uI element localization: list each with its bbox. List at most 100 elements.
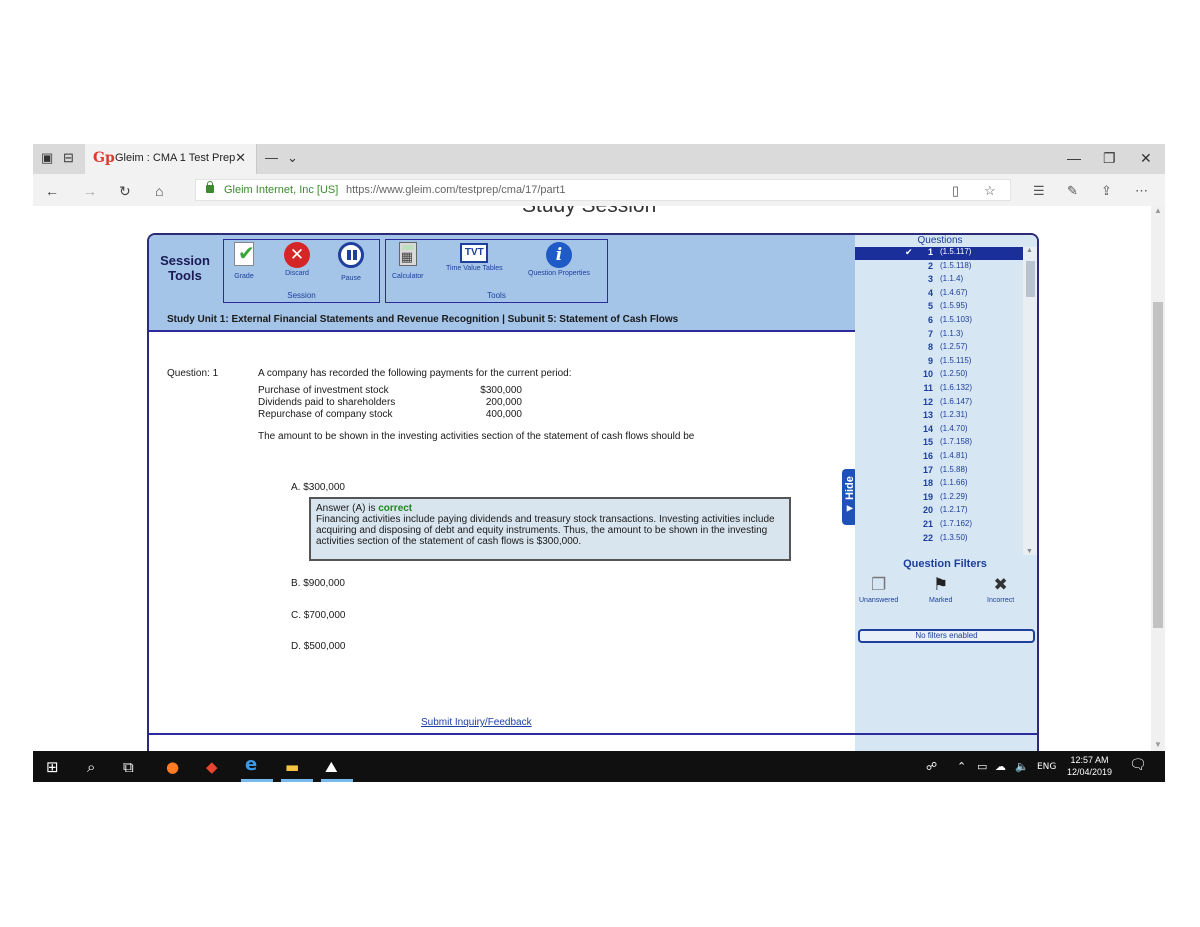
address-field[interactable]: Gleim Internet, Inc [US] https://www.gle… xyxy=(195,179,1011,201)
calculator-button[interactable]: Calculator xyxy=(392,242,424,280)
submit-feedback-link[interactable]: Submit Inquiry/Feedback xyxy=(421,717,532,728)
question-list-item[interactable]: 21 (1.7.162) xyxy=(855,519,1023,532)
tab-list-chevron-icon[interactable]: ⌄ xyxy=(287,150,298,166)
favorites-bar-icon[interactable]: ☰ xyxy=(1033,183,1045,199)
question-properties-button[interactable]: i Question Properties xyxy=(528,242,590,277)
language-indicator[interactable]: ENG xyxy=(1037,762,1056,772)
firefox-icon[interactable]: ● xyxy=(166,758,179,776)
tabs-aside-icon[interactable]: ⊟ xyxy=(63,150,74,166)
browser-tab[interactable]: Gp Gleim : CMA 1 Test Prep ✕ xyxy=(85,144,257,174)
question-number: 14 xyxy=(922,423,933,434)
file-explorer-icon[interactable]: ▬ xyxy=(285,758,299,776)
more-icon[interactable]: ⋯ xyxy=(1135,183,1148,199)
payment-item: Dividends paid to shareholders xyxy=(258,397,396,408)
battery-icon[interactable]: ▭ xyxy=(977,760,987,773)
question-list-item[interactable]: 16 (1.4.81) xyxy=(855,451,1023,464)
scroll-down-icon[interactable]: ▼ xyxy=(1154,740,1162,749)
discard-button[interactable]: ✕ Discard xyxy=(284,242,310,277)
reading-view-icon[interactable]: ▯ xyxy=(952,183,959,199)
filter-incorrect[interactable]: ✖ Incorrect xyxy=(987,575,1014,604)
page-scrollbar[interactable]: ▲ ▼ xyxy=(1151,206,1165,751)
filter-label: Unanswered xyxy=(859,597,899,604)
question-list-item[interactable]: 7 (1.1.3) xyxy=(855,329,1023,342)
question-list-item[interactable]: 22 (1.3.50) xyxy=(855,533,1023,545)
question-list-item[interactable]: 20 (1.2.17) xyxy=(855,505,1023,518)
question-list-item[interactable]: 19 (1.2.29) xyxy=(855,492,1023,505)
scroll-thumb[interactable] xyxy=(1026,261,1035,297)
network-icon[interactable]: ☁ xyxy=(995,760,1006,773)
certificate-label[interactable]: Gleim Internet, Inc [US] xyxy=(224,184,338,196)
search-icon[interactable]: ⌕ xyxy=(87,758,95,776)
question-list-item[interactable]: ✔ 1 (1.5.117) xyxy=(855,247,1023,260)
question-list-item[interactable]: 12 (1.6.147) xyxy=(855,397,1023,410)
choice-d[interactable]: D. $500,000 xyxy=(291,641,346,652)
people-icon[interactable]: ☍ xyxy=(926,760,937,773)
forward-icon[interactable]: → xyxy=(83,183,97,199)
action-center-icon[interactable]: 🗨 xyxy=(1129,757,1147,773)
question-list-item[interactable]: 13 (1.2.31) xyxy=(855,410,1023,423)
app-icon[interactable]: ◆ xyxy=(206,758,218,776)
time-value-tables-button[interactable]: TVT Time Value Tables xyxy=(446,242,503,272)
close-window-button[interactable]: ✕ xyxy=(1140,150,1152,167)
photos-icon[interactable]: ⛰ xyxy=(325,758,338,776)
question-list-item[interactable]: 4 (1.4.67) xyxy=(855,288,1023,301)
payment-amount: 400,000 xyxy=(485,409,522,420)
question-list[interactable]: ✔ 1 (1.5.117) 2 (1.5.118) 3 (1.1.4) 4 (1.4.67) 5 (… xyxy=(855,247,1023,545)
scroll-thumb[interactable] xyxy=(1153,302,1163,628)
home-icon[interactable]: ⌂ xyxy=(155,183,163,199)
question-list-scrollbar[interactable]: ▲ ▼ xyxy=(1023,247,1037,555)
choice-b[interactable]: B. $900,000 xyxy=(291,578,345,589)
question-list-item[interactable]: 18 (1.1.66) xyxy=(855,478,1023,491)
question-number: 17 xyxy=(922,464,933,475)
choice-a[interactable]: A. $300,000 xyxy=(291,482,345,493)
volume-icon[interactable]: 🔈 xyxy=(1015,760,1029,773)
question-number: 3 xyxy=(927,274,933,285)
set-tabs-aside-icon[interactable]: ▣ xyxy=(41,150,53,166)
question-list-item[interactable]: 10 (1.2.50) xyxy=(855,369,1023,382)
question-list-item[interactable]: 14 (1.4.70) xyxy=(855,424,1023,437)
share-icon[interactable]: ⇪ xyxy=(1101,183,1112,199)
clock-time: 12:57 AM xyxy=(1070,755,1109,765)
question-list-item[interactable]: 15 (1.7.158) xyxy=(855,437,1023,450)
refresh-icon[interactable]: ↻ xyxy=(119,183,131,200)
flag-icon: ⚑ xyxy=(933,575,949,595)
pen-icon[interactable]: ✎ xyxy=(1067,183,1078,199)
restore-button[interactable]: ❐ xyxy=(1103,150,1116,167)
clock[interactable]: 12:57 AM 12/04/2019 xyxy=(1067,754,1112,778)
favorite-star-icon[interactable]: ☆ xyxy=(984,183,996,199)
question-list-item[interactable]: 11 (1.6.132) xyxy=(855,383,1023,396)
question-reference: (1.4.81) xyxy=(940,451,968,460)
grade-button[interactable]: Grade xyxy=(234,241,255,280)
task-view-icon[interactable]: ⧉ xyxy=(123,758,134,776)
question-list-item[interactable]: 9 (1.5.115) xyxy=(855,356,1023,369)
question-list-item[interactable]: 17 (1.5.88) xyxy=(855,465,1023,478)
question-list-item[interactable]: 6 (1.5.103) xyxy=(855,315,1023,328)
scroll-up-icon[interactable]: ▲ xyxy=(1154,206,1162,215)
question-number: 5 xyxy=(927,301,933,312)
edge-icon[interactable]: e xyxy=(245,754,257,775)
question-list-item[interactable]: 8 (1.2.57) xyxy=(855,342,1023,355)
question-number: 6 xyxy=(927,315,933,325)
filter-unanswered[interactable]: ❐ Unanswered xyxy=(859,575,898,604)
filter-marked[interactable]: ⚑ Marked xyxy=(929,575,952,604)
active-indicator xyxy=(321,779,353,782)
choice-c[interactable]: C. $700,000 xyxy=(291,610,346,621)
pause-button[interactable]: Pause xyxy=(338,242,364,282)
minimize-button[interactable]: — xyxy=(1067,150,1081,166)
question-list-item[interactable]: 2 (1.5.118) xyxy=(855,261,1023,274)
question-list-item[interactable]: 5 (1.5.95) xyxy=(855,301,1023,314)
scroll-down-icon[interactable]: ▼ xyxy=(1026,548,1033,555)
scroll-up-icon[interactable]: ▲ xyxy=(1026,247,1033,254)
back-icon[interactable]: ← xyxy=(45,183,59,199)
show-hidden-icons-chevron-icon[interactable]: ⌃ xyxy=(957,760,966,773)
question-number: 22 xyxy=(922,532,933,543)
choice-letter: C. xyxy=(291,610,301,621)
new-tab-icon[interactable]: — xyxy=(265,150,278,165)
url-text[interactable]: https://www.gleim.com/testprep/cma/17/pa… xyxy=(346,184,565,196)
question-list-item[interactable]: 3 (1.1.4) xyxy=(855,274,1023,287)
start-windows-icon[interactable]: ⊞ xyxy=(46,758,59,776)
close-tab-icon[interactable]: ✕ xyxy=(235,150,246,166)
address-bar-row: ← → ↻ ⌂ Gleim Internet, Inc [US] https:/… xyxy=(33,174,1165,206)
question-reference: (1.3.50) xyxy=(940,532,968,542)
question-number: 21 xyxy=(922,519,933,529)
